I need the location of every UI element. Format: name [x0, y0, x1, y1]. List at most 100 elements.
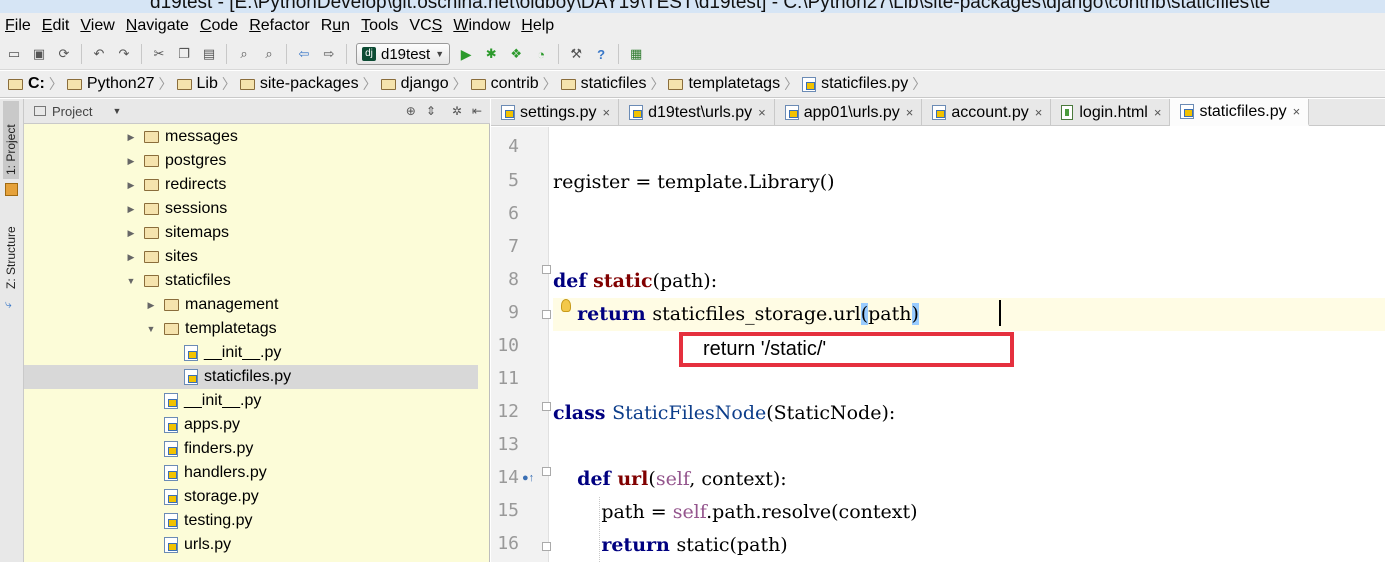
collapse-arrow-icon[interactable]: ▶	[144, 300, 158, 311]
hide-panel-icon[interactable]: ⇤	[472, 104, 482, 118]
gear-icon[interactable]: ✲	[452, 104, 462, 118]
breadcrumb-item[interactable]: site-packages 〉	[239, 74, 377, 94]
collapse-arrow-icon[interactable]: ▶	[124, 132, 138, 143]
redo-icon[interactable]: ↷	[116, 46, 132, 62]
tree-file[interactable]: finders.py	[24, 437, 478, 461]
fold-icon[interactable]	[542, 265, 551, 274]
menu-item-tools[interactable]: Tools	[361, 17, 398, 35]
undo-icon[interactable]: ↶	[91, 46, 107, 62]
folder-icon	[144, 179, 159, 191]
profile-icon[interactable]: ◔	[533, 46, 549, 62]
fold-icon[interactable]	[542, 402, 551, 411]
code-editor[interactable]: 4 5 6 7 8 9 10 11 12 13 14 15 16 register = template…	[491, 127, 1385, 562]
fold-icon[interactable]	[542, 467, 551, 476]
close-icon[interactable]: ×	[602, 105, 610, 120]
tree-folder[interactable]: ▶ sites	[24, 245, 478, 269]
tree-folder[interactable]: ▼ staticfiles	[24, 269, 478, 293]
menu-item-refactor[interactable]: Refactor	[249, 17, 309, 35]
run-icon[interactable]: ▶	[458, 46, 474, 62]
tree-file[interactable]: apps.py	[24, 413, 478, 437]
editor-tab[interactable]: account.py ×	[922, 99, 1052, 126]
back-icon[interactable]: ⇦	[296, 46, 312, 62]
menu-item-view[interactable]: View	[80, 17, 114, 35]
editor-tab[interactable]: settings.py ×	[491, 99, 620, 126]
breadcrumb-item[interactable]: contrib 〉	[470, 74, 557, 94]
menu-item-mnemonic: R	[249, 17, 261, 34]
fold-icon[interactable]	[542, 542, 551, 551]
tool-window-project-tab[interactable]: 1: Project	[3, 101, 19, 179]
chevron-down-icon[interactable]: ▼	[112, 106, 121, 116]
tree-folder[interactable]: ▼ templatetags	[24, 317, 478, 341]
breadcrumb-item[interactable]: staticfiles.py 〉	[802, 74, 926, 94]
editor-tab[interactable]: login.html ×	[1051, 99, 1171, 126]
sync-icon[interactable]: ⟳	[56, 46, 72, 62]
tree-file[interactable]: urls.py	[24, 533, 478, 557]
copy-icon[interactable]: ❐	[176, 46, 192, 62]
close-icon[interactable]: ×	[1154, 105, 1162, 120]
close-icon[interactable]: ×	[1293, 104, 1301, 119]
override-method-icon[interactable]: ●↑	[522, 472, 534, 484]
paste-icon[interactable]: ▤	[201, 46, 217, 62]
tree-file[interactable]: __init__.py	[24, 389, 478, 413]
project-view-select[interactable]: Project	[52, 104, 92, 119]
debug-icon[interactable]: ✱	[483, 46, 499, 62]
forward-icon[interactable]: ⇨	[321, 46, 337, 62]
fold-icon[interactable]	[542, 310, 551, 319]
python-console-icon[interactable]: ▦	[628, 46, 644, 62]
breadcrumb-item[interactable]: Lib 〉	[176, 74, 236, 94]
breadcrumb-item[interactable]: Python27 〉	[66, 74, 173, 94]
coverage-icon[interactable]: ❖	[508, 46, 524, 62]
find-icon[interactable]: ⌕	[236, 46, 252, 62]
collapse-arrow-icon[interactable]: ▶	[124, 156, 138, 167]
tool-window-structure-tab[interactable]: Z: Structure	[3, 205, 19, 293]
editor-tab[interactable]: app01\urls.py ×	[775, 99, 923, 126]
breadcrumb-item[interactable]: C: 〉	[8, 74, 63, 94]
editor-tab[interactable]: d19test\urls.py ×	[619, 99, 775, 126]
expand-arrow-icon[interactable]: ▼	[144, 324, 158, 334]
collapse-arrow-icon[interactable]: ▶	[124, 180, 138, 191]
save-icon[interactable]: ▣	[31, 46, 47, 62]
tree-folder[interactable]: ▶ management	[24, 293, 478, 317]
collapse-arrow-icon[interactable]: ▶	[124, 252, 138, 263]
menu-item-code[interactable]: Code	[200, 17, 238, 35]
menu-item-edit[interactable]: Edit	[42, 17, 70, 35]
menu-item-file[interactable]: File	[5, 17, 31, 35]
tree-file[interactable]: staticfiles.py	[24, 365, 478, 389]
folder-icon	[144, 275, 159, 287]
breadcrumb-item[interactable]: django 〉	[380, 74, 467, 94]
scroll-from-source-icon[interactable]: ⊕	[406, 104, 416, 118]
tree-folder[interactable]: ▶ postgres	[24, 149, 478, 173]
breadcrumb-item[interactable]: templatetags 〉	[668, 74, 798, 94]
close-icon[interactable]: ×	[758, 105, 766, 120]
lightbulb-icon[interactable]	[561, 299, 571, 312]
expand-arrow-icon[interactable]: ▼	[124, 276, 138, 286]
menu-item-help[interactable]: Help	[521, 17, 554, 35]
python-file-icon	[164, 393, 178, 409]
open-folder-icon[interactable]: ▭	[6, 46, 22, 62]
close-icon[interactable]: ×	[1035, 105, 1043, 120]
help-icon[interactable]: ?	[593, 46, 609, 62]
left-tool-strip: 1: Project Z: Structure ⤷	[0, 99, 24, 562]
menu-item-window[interactable]: Window	[453, 17, 510, 35]
menu-item-vcs[interactable]: VCS	[409, 17, 442, 35]
tree-file[interactable]: testing.py	[24, 509, 478, 533]
tree-folder[interactable]: ▶ sessions	[24, 197, 478, 221]
tree-file[interactable]: __init__.py	[24, 341, 478, 365]
tree-folder[interactable]: ▶ messages	[24, 125, 478, 149]
menu-item-run[interactable]: Run	[321, 17, 350, 35]
collapse-arrow-icon[interactable]: ▶	[124, 228, 138, 239]
menu-item-navigate[interactable]: Navigate	[126, 17, 189, 35]
tree-folder[interactable]: ▶ sitemaps	[24, 221, 478, 245]
collapse-all-icon[interactable]: ⇕	[426, 104, 436, 118]
editor-tab[interactable]: staticfiles.py ×	[1170, 99, 1310, 126]
tree-file[interactable]: storage.py	[24, 485, 478, 509]
breadcrumb-item[interactable]: staticfiles 〉	[560, 74, 664, 94]
tree-folder[interactable]: ▶ redirects	[24, 173, 478, 197]
settings-icon[interactable]: ⚒	[568, 46, 584, 62]
run-configuration-select[interactable]: dj d19test ▼	[356, 43, 451, 65]
close-icon[interactable]: ×	[906, 105, 914, 120]
cut-icon[interactable]: ✂	[151, 46, 167, 62]
collapse-arrow-icon[interactable]: ▶	[124, 204, 138, 215]
replace-icon[interactable]: ⌕	[261, 46, 277, 62]
tree-file[interactable]: handlers.py	[24, 461, 478, 485]
